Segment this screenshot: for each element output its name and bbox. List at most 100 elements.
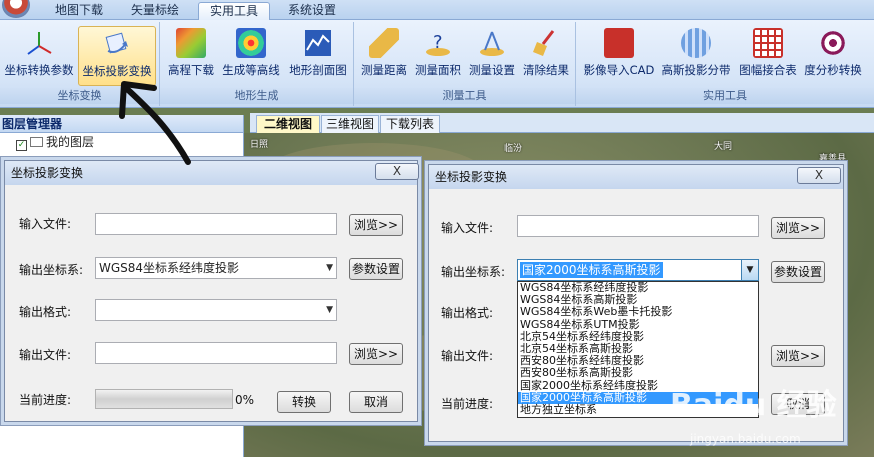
clear-results-button[interactable]: 清除结果 xyxy=(520,26,572,86)
input-file-label: 输入文件: xyxy=(19,217,72,231)
measure-distance-label: 测量距离 xyxy=(361,63,407,77)
elevation-map-icon xyxy=(176,28,206,58)
gauss-zone-icon xyxy=(681,28,711,58)
tab-system-settings[interactable]: 系统设置 xyxy=(278,2,346,20)
dms-convert-label: 度分秒转换 xyxy=(804,63,862,77)
browse-output-button[interactable]: 浏览>> xyxy=(771,345,825,367)
dropdown-option[interactable]: 西安80坐标系高斯投影 xyxy=(518,367,758,379)
target-icon xyxy=(818,28,848,58)
clear-results-label: 清除结果 xyxy=(523,63,569,77)
dropdown-option[interactable]: WGS84坐标系Web墨卡托投影 xyxy=(518,306,758,318)
output-crs-value: 国家2000坐标系高斯投影 xyxy=(520,262,663,278)
map-label: 日照 xyxy=(250,140,269,150)
output-crs-label: 输出坐标系: xyxy=(441,265,506,279)
profile-chart-icon xyxy=(305,30,331,56)
output-crs-label: 输出坐标系: xyxy=(19,263,84,277)
elevation-download-button[interactable]: 高程下载 xyxy=(166,26,216,86)
ribbon-group-measure: 测量距离 ? 测量面积 测量设置 清除结果 测量工具 xyxy=(354,22,576,106)
layer-item-label: 我的图层 xyxy=(46,135,95,149)
axes-icon xyxy=(27,32,52,55)
sheet-index-label: 图幅接合表 xyxy=(739,63,797,77)
layer-manager-title: 图层管理器 xyxy=(0,115,243,133)
ribbon-group-terrain: 高程下载 生成等高线 地形剖面图 地形生成 xyxy=(160,22,354,106)
chevron-down-icon: ▼ xyxy=(326,305,333,315)
dialog-body: 输入文件: 浏览>> 输出坐标系: WGS84坐标系经纬度投影 ▼ 参数设置 输… xyxy=(5,185,417,421)
dialog-title-bar[interactable]: 坐标投影变换 xyxy=(429,165,843,189)
gauss-zone-label: 高斯投影分带 xyxy=(661,63,731,77)
chevron-down-icon: ▼ xyxy=(326,263,333,273)
params-settings-button[interactable]: 参数设置 xyxy=(771,261,825,283)
browse-input-button[interactable]: 浏览>> xyxy=(349,214,403,236)
terrain-profile-button[interactable]: 地形剖面图 xyxy=(286,26,350,86)
output-crs-combobox-open[interactable]: 国家2000坐标系高斯投影 ▼ xyxy=(517,259,759,281)
tab-2d-view[interactable]: 二维视图 xyxy=(256,115,320,133)
compass-icon xyxy=(480,31,504,56)
output-format-label: 输出格式: xyxy=(19,305,72,319)
browse-output-button[interactable]: 浏览>> xyxy=(349,343,403,365)
params-settings-button[interactable]: 参数设置 xyxy=(349,258,403,280)
question-area-icon: ? xyxy=(426,32,450,56)
input-file-field[interactable] xyxy=(517,215,759,237)
coordinate-params-button[interactable]: 坐标转换参数 xyxy=(2,26,76,86)
dialog-title-bar[interactable]: 坐标投影变换 xyxy=(5,161,417,185)
input-file-label: 输入文件: xyxy=(441,221,494,235)
map-label: 嘉善县 xyxy=(819,154,847,164)
progress-label: 当前进度: xyxy=(441,397,494,411)
coordinate-params-label: 坐标转换参数 xyxy=(4,63,74,77)
cad-icon xyxy=(604,28,634,58)
tab-utilities[interactable]: 实用工具 xyxy=(198,2,270,21)
output-file-label: 输出文件: xyxy=(441,349,494,363)
layer-item-my-layers[interactable]: ✓ 我的图层 xyxy=(0,133,243,151)
browse-input-button[interactable]: 浏览>> xyxy=(771,217,825,239)
map-view-tabs: 二维视图 三维视图 下载列表 xyxy=(250,113,874,133)
coordinate-projection-label: 坐标投影变换 xyxy=(82,64,152,78)
ribbon-group-coordinate-transform: 坐标转换参数 坐标投影变换 坐标变换 xyxy=(0,22,160,106)
group-label-utilities: 实用工具 xyxy=(576,88,874,104)
sheet-index-button[interactable]: 图幅接合表 xyxy=(736,26,800,86)
app-menu-orb-icon[interactable] xyxy=(2,0,30,18)
terrain-profile-label: 地形剖面图 xyxy=(289,63,347,77)
convert-button[interactable]: 转换 xyxy=(277,391,331,413)
measure-distance-button[interactable]: 测量距离 xyxy=(358,26,410,86)
gauss-zone-button[interactable]: 高斯投影分带 xyxy=(658,26,734,86)
image-to-cad-button[interactable]: 影像导入CAD xyxy=(582,26,656,86)
output-crs-select[interactable]: WGS84坐标系经纬度投影 ▼ xyxy=(95,257,337,279)
ribbon-tab-bar: 地图下载 矢量标绘 实用工具 系统设置 xyxy=(0,0,874,21)
projection-dialog-left: 坐标投影变换 X 输入文件: 浏览>> 输出坐标系: WGS84坐标系经纬度投影… xyxy=(4,160,419,422)
dropdown-option[interactable]: WGS84坐标系UTM投影 xyxy=(518,318,758,331)
watermark-url: jingyan.baidu.com xyxy=(690,432,801,446)
tab-3d-view[interactable]: 三维视图 xyxy=(321,115,379,133)
output-format-select[interactable]: ▼ xyxy=(95,299,337,321)
elevation-download-label: 高程下载 xyxy=(168,63,214,77)
group-label-terrain: 地形生成 xyxy=(160,88,353,104)
cancel-button[interactable]: 取消 xyxy=(349,391,403,413)
measure-settings-button[interactable]: 测量设置 xyxy=(466,26,518,86)
broom-icon xyxy=(533,30,555,56)
measure-area-button[interactable]: ? 测量面积 xyxy=(412,26,464,86)
layer-checkbox[interactable]: ✓ xyxy=(16,140,27,151)
chevron-down-icon[interactable]: ▼ xyxy=(741,260,758,280)
tab-download-list[interactable]: 下载列表 xyxy=(380,115,440,133)
measure-settings-label: 测量设置 xyxy=(469,63,515,77)
map-label: 大同 xyxy=(714,142,733,152)
progress-bar xyxy=(95,389,233,409)
group-label-coordinate: 坐标变换 xyxy=(0,88,159,104)
coordinate-projection-button[interactable]: 坐标投影变换 xyxy=(78,26,156,86)
dms-convert-button[interactable]: 度分秒转换 xyxy=(802,26,864,86)
tab-map-download[interactable]: 地图下载 xyxy=(46,2,112,20)
close-button[interactable]: X xyxy=(797,167,841,184)
generate-contours-label: 生成等高线 xyxy=(222,63,280,77)
ruler-icon xyxy=(369,28,399,58)
output-file-field[interactable] xyxy=(95,342,337,364)
input-file-field[interactable] xyxy=(95,213,337,235)
contour-icon xyxy=(236,28,266,58)
progress-percent: 0% xyxy=(235,393,255,407)
folder-icon xyxy=(30,137,43,147)
close-button[interactable]: X xyxy=(375,163,419,180)
group-label-measure: 测量工具 xyxy=(354,88,575,104)
generate-contours-button[interactable]: 生成等高线 xyxy=(218,26,284,86)
map-label: 临汾 xyxy=(504,144,523,154)
svg-text:?: ? xyxy=(433,32,443,53)
output-format-label: 输出格式: xyxy=(441,306,494,320)
tab-vector-plot[interactable]: 矢量标绘 xyxy=(120,2,190,20)
